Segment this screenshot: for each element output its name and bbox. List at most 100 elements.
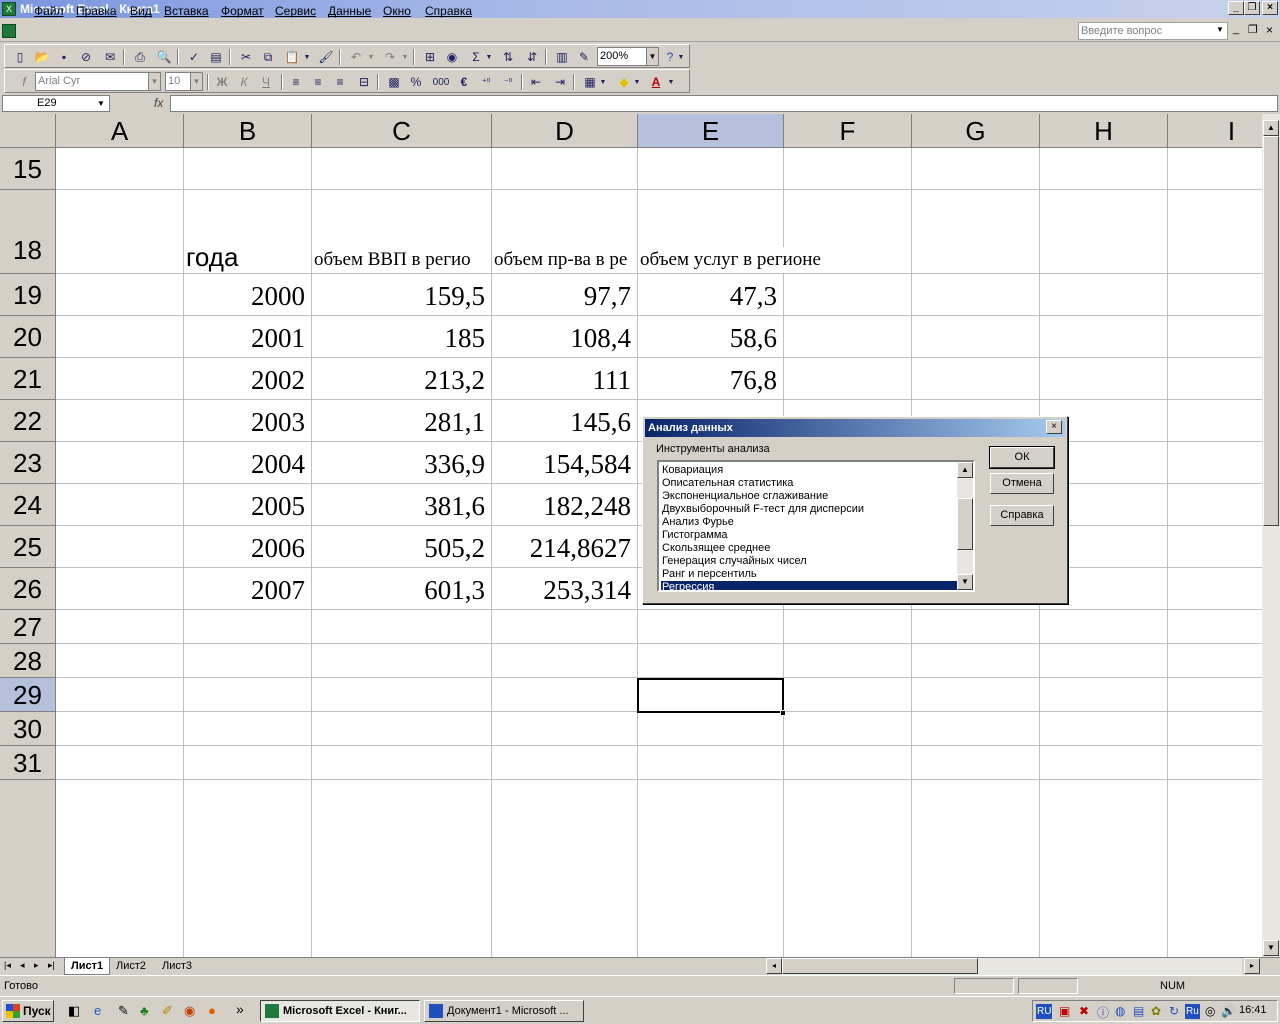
borders-dropdown-icon[interactable]: ▼ <box>599 73 607 91</box>
list-item[interactable]: Описательная статистика <box>661 477 957 490</box>
column-header-h[interactable]: H <box>1040 114 1168 148</box>
row-header-27[interactable]: 27 <box>0 610 56 644</box>
fill-handle[interactable] <box>780 710 786 716</box>
column-header-a[interactable]: A <box>56 114 184 148</box>
align-left-icon[interactable]: ≡ <box>287 73 305 91</box>
cell-c19[interactable]: 159,5 <box>312 277 491 315</box>
insert-hyperlink-icon[interactable]: ⊞ <box>421 48 439 66</box>
column-header-c[interactable]: C <box>312 114 492 148</box>
quicklaunch-more-icon[interactable]: » <box>236 1001 244 1017</box>
row-header-29[interactable]: 29 <box>0 678 56 712</box>
dialog-close-button[interactable]: × <box>1046 420 1062 434</box>
web-icon[interactable]: ◉ <box>443 48 461 66</box>
document-icon[interactable] <box>2 24 16 38</box>
borders-icon[interactable]: ▦ <box>581 73 599 91</box>
cell-d26[interactable]: 253,314 <box>492 571 637 609</box>
cell-b25[interactable]: 2006 <box>184 529 311 567</box>
cell-c26[interactable]: 601,3 <box>312 571 491 609</box>
format-painter-icon[interactable]: 🖌 <box>317 48 335 66</box>
menu-insert[interactable]: Вставка <box>164 4 209 18</box>
print-icon[interactable]: ⎙ <box>131 48 149 66</box>
tray-monitor-icon[interactable]: ▤ <box>1133 1004 1144 1018</box>
menu-tools[interactable]: Сервис <box>275 4 316 18</box>
row-header-18[interactable]: 18 <box>0 190 56 274</box>
open-icon[interactable]: 📂 <box>33 48 51 66</box>
keyboard-layout-indicator[interactable]: Ru <box>1185 1004 1200 1019</box>
font-size-dropdown-icon[interactable]: ▼ <box>190 73 202 90</box>
align-center-icon[interactable]: ≡ <box>309 73 327 91</box>
column-header-e[interactable]: E <box>638 114 784 148</box>
cell-d18[interactable]: объем пр-ва в ре <box>494 247 637 273</box>
new-icon[interactable]: ▯ <box>11 48 29 66</box>
cell-e18[interactable]: объем услуг в регионе <box>640 247 860 273</box>
menu-help[interactable]: Справка <box>425 4 472 18</box>
spelling-icon[interactable]: ✓ <box>185 48 203 66</box>
undo-dropdown-icon[interactable]: ▼ <box>367 48 375 66</box>
active-cell-e29[interactable] <box>637 678 784 713</box>
hscroll-right-icon[interactable]: ▸ <box>1244 958 1260 974</box>
undo-icon[interactable]: ↶ <box>347 48 365 66</box>
font-name-dropdown-icon[interactable]: ▼ <box>148 73 160 90</box>
task-word[interactable]: Документ1 - Microsoft ... <box>424 1000 584 1022</box>
quicklaunch-tool-icon[interactable]: ✎ <box>118 1003 129 1019</box>
sort-ascending-icon[interactable]: ⇅ <box>499 48 517 66</box>
cell-b21[interactable]: 2002 <box>184 361 311 399</box>
bold-button[interactable]: Ж <box>213 73 231 91</box>
fill-color-icon[interactable]: ◆ <box>615 73 633 91</box>
cell-b22[interactable]: 2003 <box>184 403 311 441</box>
language-indicator[interactable]: RU <box>1036 1004 1053 1019</box>
row-header-30[interactable]: 30 <box>0 712 56 746</box>
menu-format[interactable]: Формат <box>221 4 264 18</box>
hscroll-thumb[interactable] <box>782 958 978 974</box>
start-button[interactable]: Пуск <box>2 1000 54 1022</box>
font-color-icon[interactable]: A <box>647 73 665 91</box>
menu-edit[interactable]: Правка <box>76 4 117 18</box>
merge-center-icon[interactable]: ⊟ <box>355 73 373 91</box>
excel-app-icon[interactable]: X <box>2 2 16 16</box>
cell-c24[interactable]: 381,6 <box>312 487 491 525</box>
list-scroll-thumb[interactable] <box>957 498 973 550</box>
cell-b23[interactable]: 2004 <box>184 445 311 483</box>
italic-button[interactable]: К <box>235 73 253 91</box>
font-color-dropdown-icon[interactable]: ▼ <box>667 73 675 91</box>
cell-b24[interactable]: 2005 <box>184 487 311 525</box>
tray-app-icon[interactable]: ◍ <box>1115 1004 1125 1018</box>
cell-c25[interactable]: 505,2 <box>312 529 491 567</box>
doc-close-button[interactable]: × <box>1266 23 1273 37</box>
redo-icon[interactable]: ↷ <box>381 48 399 66</box>
cell-d25[interactable]: 214,8627 <box>492 529 637 567</box>
row-header-28[interactable]: 28 <box>0 644 56 678</box>
row-header-31[interactable]: 31 <box>0 746 56 780</box>
list-item[interactable]: Генерация случайных чисел <box>661 555 957 568</box>
tray-clock[interactable]: 16:41 <box>1239 1004 1267 1016</box>
doc-minimize-button[interactable]: _ <box>1233 23 1239 35</box>
autosum-dropdown-icon[interactable]: ▼ <box>485 48 493 66</box>
quicklaunch-network-icon[interactable]: ♣ <box>140 1003 149 1018</box>
sheet-tab-1[interactable]: Лист1 <box>64 958 111 975</box>
ok-button[interactable]: ОК <box>989 446 1055 469</box>
cell-d23[interactable]: 154,584 <box>492 445 637 483</box>
row-header-20[interactable]: 20 <box>0 316 56 358</box>
column-header-d[interactable]: D <box>492 114 638 148</box>
tray-antivirus-icon[interactable]: ▣ <box>1059 1004 1070 1018</box>
help-button[interactable]: Справка <box>990 505 1054 526</box>
media-player-icon[interactable]: ◉ <box>184 1003 195 1019</box>
doc-restore-button[interactable]: ❐ <box>1248 23 1258 36</box>
list-item[interactable]: Анализ Фурье <box>661 516 957 529</box>
cell-d19[interactable]: 97,7 <box>492 277 637 315</box>
row-header-19[interactable]: 19 <box>0 274 56 316</box>
cell-c21[interactable]: 213,2 <box>312 361 491 399</box>
percent-button[interactable]: % <box>407 73 425 91</box>
redo-dropdown-icon[interactable]: ▼ <box>401 48 409 66</box>
font-size-combo[interactable]: 10 ▼ <box>165 72 203 91</box>
scroll-up-icon[interactable]: ▲ <box>1263 120 1279 136</box>
task-excel[interactable]: Microsoft Excel - Книг... <box>260 1000 420 1022</box>
list-item-selected[interactable]: Регрессия <box>661 581 957 590</box>
vertical-scrollbar[interactable]: ▲ ▼ <box>1262 114 1280 957</box>
row-header-24[interactable]: 24 <box>0 484 56 526</box>
prev-sheet-icon[interactable]: ◂ <box>20 960 25 971</box>
list-scrollbar[interactable]: ▲ ▼ <box>957 462 973 590</box>
cancel-button[interactable]: Отмена <box>990 473 1054 494</box>
decrease-indent-icon[interactable]: ⇤ <box>527 73 545 91</box>
cell-b20[interactable]: 2001 <box>184 319 311 357</box>
